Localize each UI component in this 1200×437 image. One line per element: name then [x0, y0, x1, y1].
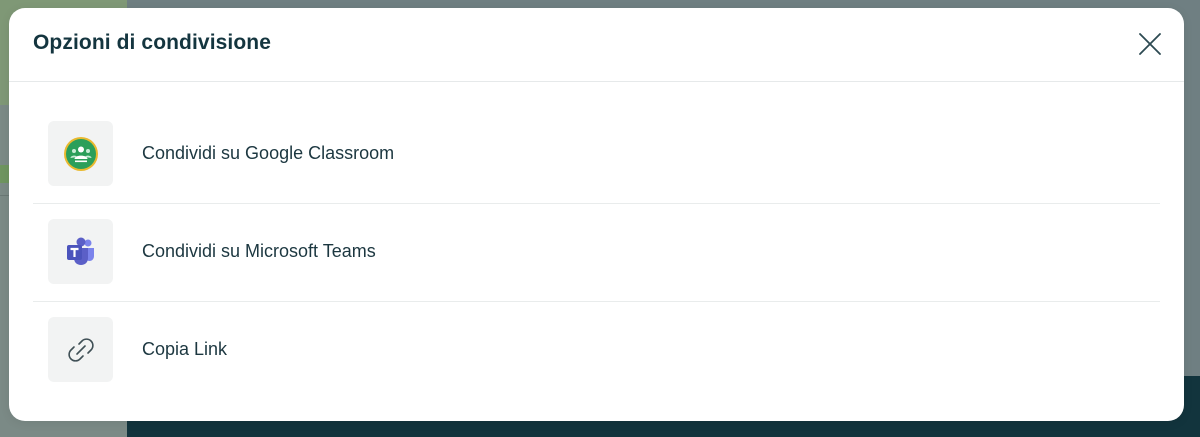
- option-label: Condividi su Google Classroom: [142, 143, 395, 163]
- close-icon: [1139, 33, 1161, 55]
- option-label: Copia Link: [142, 339, 228, 359]
- copy-link-option[interactable]: Copia Link: [33, 302, 1160, 400]
- close-button[interactable]: [1136, 30, 1164, 58]
- share-microsoft-teams-option[interactable]: Condividi su Microsoft Teams: [33, 204, 1160, 302]
- option-icon-box: [48, 317, 113, 382]
- link-icon: [67, 337, 94, 362]
- share-google-classroom-option[interactable]: Condividi su Google Classroom: [33, 106, 1160, 204]
- share-options-list: Condividi su Google Classroom Condividi …: [33, 106, 1160, 400]
- option-icon-box: [48, 121, 113, 186]
- modal-title: Opzioni di condivisione: [33, 31, 271, 54]
- option-icon-box: [48, 219, 113, 284]
- google-classroom-icon: [63, 136, 98, 171]
- microsoft-teams-icon: [66, 237, 94, 265]
- option-label: Condividi su Microsoft Teams: [142, 241, 376, 261]
- modal-header: Opzioni di condivisione: [9, 8, 1184, 82]
- share-options-modal: Opzioni di condivisione Condividi su Goo…: [9, 8, 1184, 421]
